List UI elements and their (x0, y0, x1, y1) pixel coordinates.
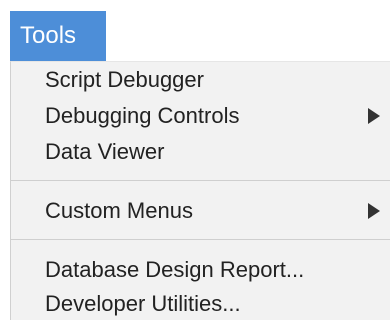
menu-item-database-design-report[interactable]: Database Design Report... (45, 252, 390, 288)
menu-item-developer-utilities[interactable]: Developer Utilities... (45, 286, 390, 320)
menu-item-data-viewer[interactable]: Data Viewer (45, 134, 390, 170)
menu-item-label: Debugging Controls (45, 103, 240, 128)
menu-item-label: Database Design Report... (45, 257, 305, 282)
menu-item-script-debugger[interactable]: Script Debugger (45, 62, 390, 98)
tools-menu-title[interactable]: Tools (10, 11, 106, 61)
chevron-right-icon (368, 203, 380, 219)
menu-separator (11, 239, 390, 240)
menu-item-label: Developer Utilities... (45, 291, 241, 316)
menu-separator (11, 180, 390, 181)
tools-dropdown-menu: Script Debugger Debugging Controls Data … (10, 61, 390, 320)
menu-item-label: Script Debugger (45, 67, 204, 92)
menu-item-label: Data Viewer (45, 139, 165, 164)
menu-item-custom-menus[interactable]: Custom Menus (45, 193, 390, 229)
menu-item-label: Custom Menus (45, 198, 193, 223)
menu-item-debugging-controls[interactable]: Debugging Controls (45, 98, 390, 134)
chevron-right-icon (368, 108, 380, 124)
